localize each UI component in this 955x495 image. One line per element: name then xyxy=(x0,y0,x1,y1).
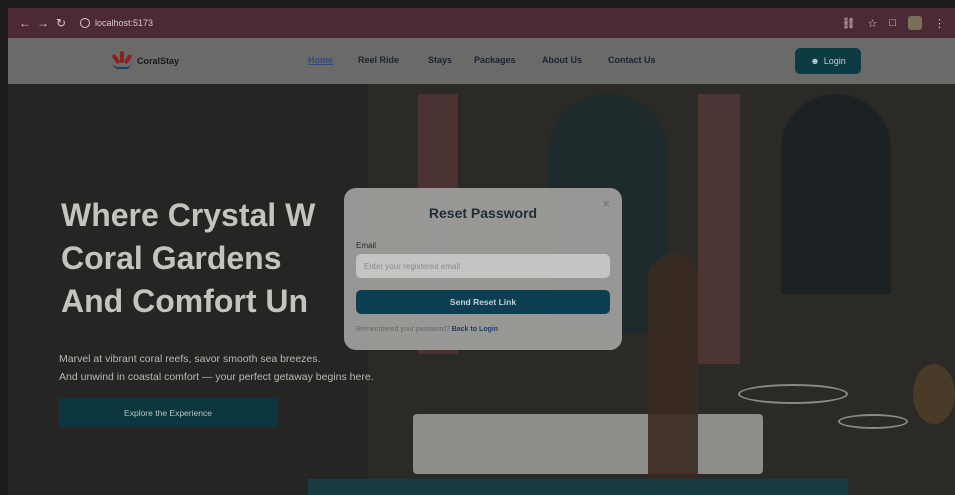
nav-link-contact-us[interactable]: Contact Us xyxy=(608,55,656,65)
hero-table xyxy=(738,384,848,404)
page: CoralStay Home Reel Ride Stays Packages … xyxy=(8,38,955,495)
login-button[interactable]: ☻ Login xyxy=(795,48,861,74)
hero-title-line: Coral Gardens xyxy=(61,240,282,277)
nav-link-about-us[interactable]: About Us xyxy=(542,55,582,65)
nav-link-packages[interactable]: Packages xyxy=(474,55,516,65)
address-text[interactable]: localhost:5173 xyxy=(95,18,153,28)
hero-title: Where Crystal W Coral Gardens And Comfor… xyxy=(61,194,315,324)
footer-text: Remembered your password? xyxy=(356,326,450,333)
hero-table xyxy=(838,414,908,429)
explore-button[interactable]: Explore the Experience xyxy=(59,398,277,427)
nav-link-stays[interactable]: Stays xyxy=(428,55,452,65)
site-info-icon[interactable] xyxy=(80,18,90,28)
reload-icon[interactable]: ↻ xyxy=(52,16,70,30)
reset-password-modal: × Reset Password Email Send Reset Link R… xyxy=(344,188,622,350)
modal-footer: Remembered your password? Back to Login xyxy=(356,326,498,333)
menu-icon[interactable]: ⋮ xyxy=(934,17,945,30)
nav-link-reel-ride[interactable]: Reel Ride xyxy=(358,55,399,65)
hero-title-line: And Comfort Un xyxy=(61,283,309,320)
email-field[interactable] xyxy=(356,254,610,278)
email-label: Email xyxy=(356,241,377,250)
send-reset-link-button[interactable]: Send Reset Link xyxy=(356,290,610,314)
nav-link-home[interactable]: Home xyxy=(308,55,333,65)
site-navbar: CoralStay Home Reel Ride Stays Packages … xyxy=(8,38,955,84)
login-label: Login xyxy=(823,56,846,66)
browser-actions: ⛓ ☆ □ ⋮ xyxy=(842,16,945,30)
user-icon: ☻ xyxy=(810,56,820,66)
back-arrow-icon[interactable]: ← xyxy=(16,16,34,30)
extensions-icon[interactable]: □ xyxy=(889,17,896,29)
coral-logo-icon xyxy=(111,51,133,71)
brand-logo[interactable]: CoralStay xyxy=(111,51,179,71)
star-icon[interactable]: ☆ xyxy=(867,17,877,30)
extension-icon[interactable] xyxy=(908,16,922,30)
hero-title-line: Where Crystal W xyxy=(61,197,316,233)
hero-subtitle-line: And unwind in coastal comfort — your per… xyxy=(59,370,374,383)
address-bar[interactable]: localhost:5173 xyxy=(80,18,153,28)
hero-pool xyxy=(308,479,848,495)
hero-daybed xyxy=(413,414,763,474)
back-to-login-link[interactable]: Back to Login xyxy=(452,326,498,333)
brand-name: CoralStay xyxy=(137,56,180,66)
forward-arrow-icon[interactable]: → xyxy=(34,16,52,30)
hero-person xyxy=(648,254,698,484)
hero-pillar xyxy=(698,94,740,364)
hero-arch xyxy=(781,94,891,294)
key-icon[interactable]: ⛓ xyxy=(842,17,856,30)
browser-toolbar: ← → ↻ localhost:5173 ⛓ ☆ □ ⋮ xyxy=(8,8,955,38)
modal-title: Reset Password xyxy=(428,205,538,221)
hero-plant xyxy=(913,364,955,424)
hero-subtitle-line: Marvel at vibrant coral reefs, savor smo… xyxy=(59,353,321,365)
hero-subtitle: Marvel at vibrant coral reefs, savor smo… xyxy=(59,351,374,387)
